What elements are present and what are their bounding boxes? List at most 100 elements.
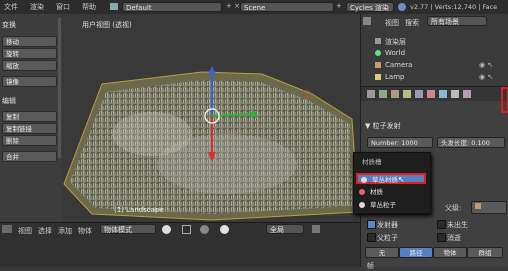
outliner: 视图 搜索 所有场景 渲染层 World Camera Lamp ◉ ↖ ◉ ↖	[360, 14, 508, 86]
particles-tab-icon[interactable]	[451, 90, 459, 98]
layout-select[interactable]: Default	[122, 2, 222, 12]
top-menu-bar: 文件 渲染 窗口 帮助 Default + × Scene + Cycles 渲…	[0, 0, 508, 15]
menu-object[interactable]: 物体	[78, 226, 92, 236]
outliner-menu-view[interactable]: 视图	[385, 18, 399, 28]
render-tab-icon[interactable]	[367, 90, 375, 98]
render-as-group-button[interactable]: 群组	[467, 247, 503, 258]
parent-particles-checkbox[interactable]	[367, 233, 376, 242]
pivot-point-icon[interactable]	[182, 225, 191, 234]
menu-add[interactable]: 添加	[58, 226, 72, 236]
parent-particles-label: 父粒子	[377, 234, 398, 242]
mode-select[interactable]: 物体模式	[100, 224, 156, 234]
frame-label: 帧	[367, 262, 374, 270]
number-value: 1000	[401, 139, 418, 147]
texture-tab-icon[interactable]	[439, 90, 447, 98]
outliner-filter-select[interactable]: 所有场景	[427, 16, 487, 26]
outliner-editor-icon[interactable]	[363, 17, 371, 25]
manipulator-icon[interactable]	[200, 225, 209, 234]
mouse-cursor-icon: ↖	[398, 175, 405, 184]
scene-tab-icon[interactable]	[379, 90, 387, 98]
outliner-row-world[interactable]: World	[385, 49, 405, 57]
dropdown-item-label: 材质	[370, 188, 383, 196]
section-transform[interactable]: 变换	[2, 20, 16, 30]
menu-render[interactable]: 渲染	[30, 2, 44, 12]
render-as-object-button[interactable]: 物体	[433, 247, 467, 258]
material-slot-dropdown: 材质槽 草丛材质 材质 草丛粒子 ↖	[353, 152, 431, 214]
menu-file[interactable]: 文件	[4, 2, 18, 12]
visibility-eye-icon[interactable]: ◉ ↖	[479, 61, 493, 69]
viewport-header: 视图 选择 添加 物体 物体模式 全局	[0, 222, 360, 267]
material-icon	[361, 177, 367, 183]
hair-length-field[interactable]: 头发长度: 0.100	[437, 137, 505, 148]
outliner-row-renderlayers[interactable]: 渲染层	[385, 37, 406, 47]
section-edit[interactable]: 编辑	[2, 96, 16, 106]
render-as-path-button[interactable]: 路径	[399, 247, 433, 258]
landscape-mesh-render	[63, 66, 359, 221]
viewport-shading-icon[interactable]	[162, 225, 171, 234]
material-icon	[359, 189, 365, 195]
menu-help[interactable]: 帮助	[82, 2, 96, 12]
number-field[interactable]: Number: 1000	[367, 137, 433, 148]
editor-type-icon[interactable]	[2, 225, 12, 233]
modifier-tab-icon[interactable]	[415, 90, 423, 98]
dropdown-item-label: 草丛粒子	[370, 201, 396, 209]
outliner-menu-search[interactable]: 搜索	[405, 18, 419, 28]
scale-button[interactable]: 缩放	[2, 60, 57, 71]
rotate-button[interactable]: 旋转	[2, 48, 57, 59]
render-as-none-button[interactable]: 无	[365, 247, 399, 258]
join-button[interactable]: 合并	[2, 151, 57, 162]
add-layout-icon[interactable]: + ×	[226, 2, 240, 10]
material-icon	[359, 202, 365, 208]
dropdown-title: 材质槽	[362, 158, 382, 166]
delete-button[interactable]: 删除	[2, 135, 57, 146]
dropdown-item-grass-material[interactable]: 草丛材质	[356, 173, 426, 184]
hair-length-value: 0.100	[471, 139, 490, 147]
add-scene-icon[interactable]: +	[336, 2, 342, 10]
tool-shelf: 变换 移动 旋转 缩放 镜像 编辑 复制 复制链接 删除 合并	[0, 14, 63, 222]
physics-tab-icon[interactable]	[463, 90, 471, 98]
world-icon	[375, 50, 381, 56]
orientation-select[interactable]: 全局	[266, 224, 304, 234]
layout-icon[interactable]	[110, 3, 118, 10]
camera-icon	[375, 62, 381, 68]
mirror-button[interactable]: 镜像	[2, 76, 57, 87]
visibility-eye-icon[interactable]: ◉ ↖	[479, 73, 493, 81]
parent-label: 父级:	[445, 204, 462, 212]
stats-text: v2.77 | Verts:12,740 | Face	[410, 3, 498, 11]
layers-icon[interactable]	[312, 225, 320, 233]
scene-select[interactable]: Scene	[240, 2, 334, 12]
died-label: 消逝	[447, 234, 461, 242]
highlighted-tab[interactable]	[501, 87, 508, 113]
menu-select[interactable]: 选择	[38, 226, 52, 236]
blender-logo-icon	[398, 3, 406, 11]
number-label: Number:	[371, 139, 400, 147]
outliner-row-lamp[interactable]: Lamp	[385, 73, 404, 81]
menu-window[interactable]: 窗口	[56, 2, 70, 12]
emission-section-header[interactable]: ▼ 粒子发射	[365, 121, 401, 131]
dropdown-item-material[interactable]: 材质	[356, 187, 426, 198]
emitter-label: 发射器	[377, 221, 398, 229]
render-layers-icon	[375, 38, 381, 44]
menu-view[interactable]: 视图	[18, 226, 32, 236]
object-name-label: (1) Landscape	[114, 206, 164, 214]
object-tab-icon[interactable]	[403, 90, 411, 98]
lamp-icon	[375, 74, 381, 80]
world-tab-icon[interactable]	[391, 90, 399, 98]
3d-viewport[interactable]: 用户视图 (透视) (1) Landscape	[62, 14, 360, 222]
material-tab-icon[interactable]	[427, 90, 435, 98]
duplicate-linked-button[interactable]: 复制链接	[2, 123, 57, 134]
unborn-label: 未出生	[447, 221, 468, 229]
dropdown-item-label: 草丛材质	[372, 176, 398, 184]
tool-shelf-scrollbar[interactable]	[58, 18, 61, 158]
sphere-icon[interactable]	[220, 225, 229, 234]
move-button[interactable]: 移动	[2, 36, 57, 47]
died-checkbox[interactable]	[437, 233, 446, 242]
unborn-checkbox[interactable]	[437, 220, 446, 229]
emitter-checkbox[interactable]	[367, 220, 376, 229]
object-field-icon	[475, 203, 481, 209]
outliner-row-camera[interactable]: Camera	[385, 61, 412, 69]
dropdown-item-grass-particles[interactable]: 草丛粒子	[356, 200, 426, 211]
hair-length-label: 头发长度:	[441, 139, 470, 147]
duplicate-button[interactable]: 复制	[2, 111, 57, 122]
render-engine-select[interactable]: Cycles 渲染	[346, 2, 394, 12]
